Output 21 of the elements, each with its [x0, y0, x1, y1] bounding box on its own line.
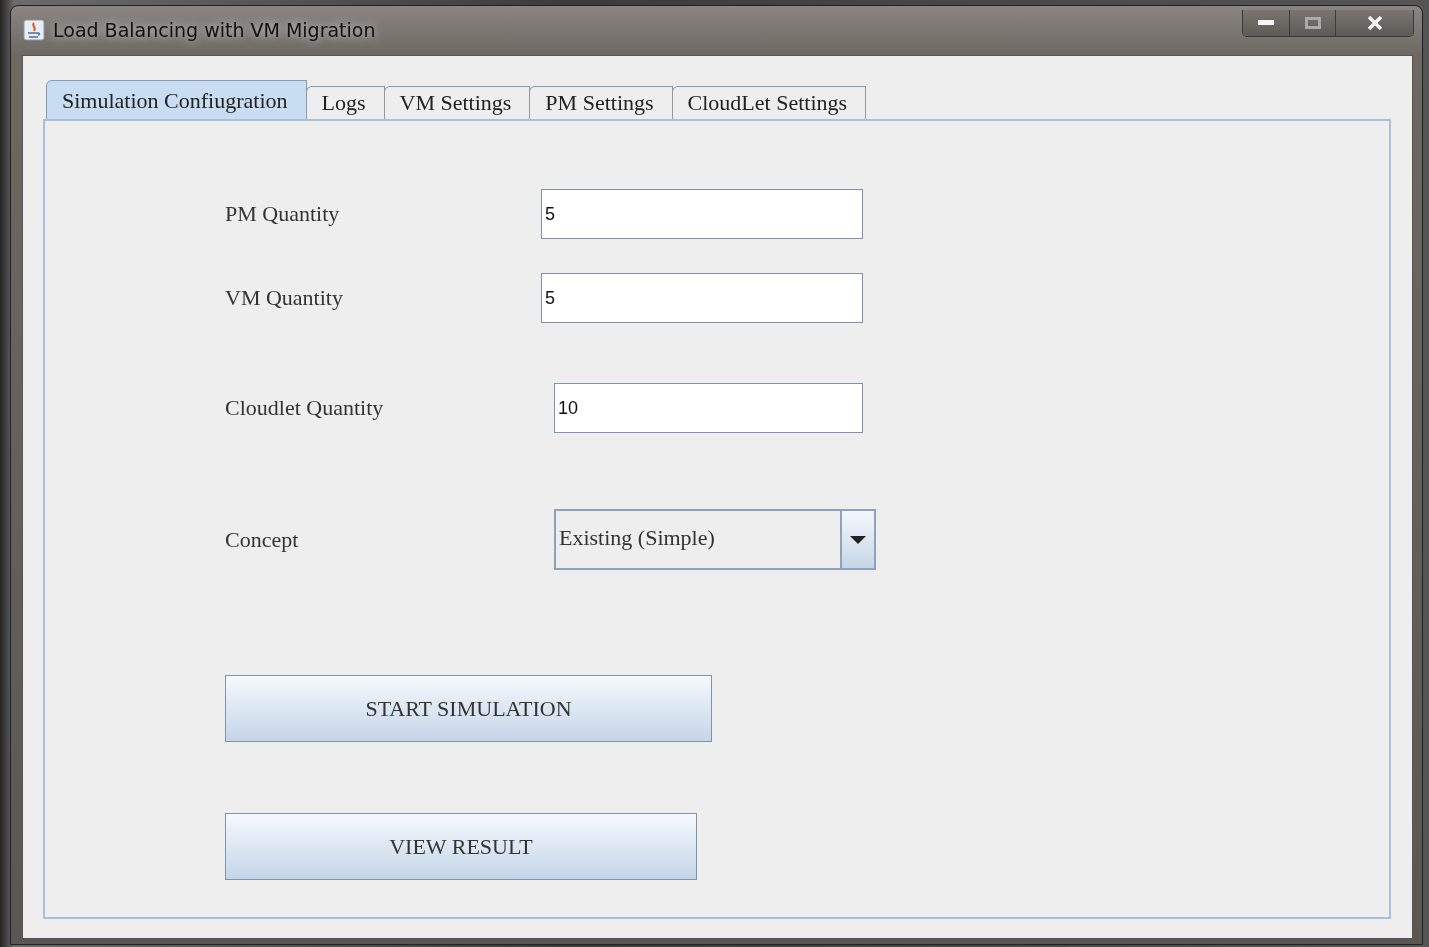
field-label: VM Quantity: [225, 285, 344, 311]
close-icon: [1366, 14, 1383, 31]
minimize-icon: [1258, 19, 1274, 26]
field-label: PM Quantity: [225, 201, 341, 227]
dropdown[interactable]: Existing (Simple): [554, 509, 876, 570]
maximize-icon: [1304, 16, 1321, 29]
java-app-icon: [23, 19, 45, 41]
text-field[interactable]: 5: [541, 189, 863, 239]
close-button[interactable]: [1335, 9, 1413, 36]
field-label: Cloudlet Quantity: [225, 395, 385, 421]
caret-icon: [850, 535, 866, 544]
text-field[interactable]: 5: [541, 273, 863, 323]
text-field[interactable]: 10: [554, 383, 863, 433]
maximize-button[interactable]: [1289, 9, 1335, 36]
minimize-button[interactable]: [1243, 9, 1289, 36]
tab[interactable]: CloudLet Settings: [671, 86, 867, 120]
window-title: Load Balancing with VM Migration: [53, 19, 376, 41]
action-button[interactable]: VIEW RESULT: [225, 813, 697, 880]
action-button[interactable]: START SIMULATION: [225, 675, 712, 742]
tab[interactable]: Simulation Confiugration: [46, 80, 307, 120]
field-label: Concept: [225, 526, 300, 553]
